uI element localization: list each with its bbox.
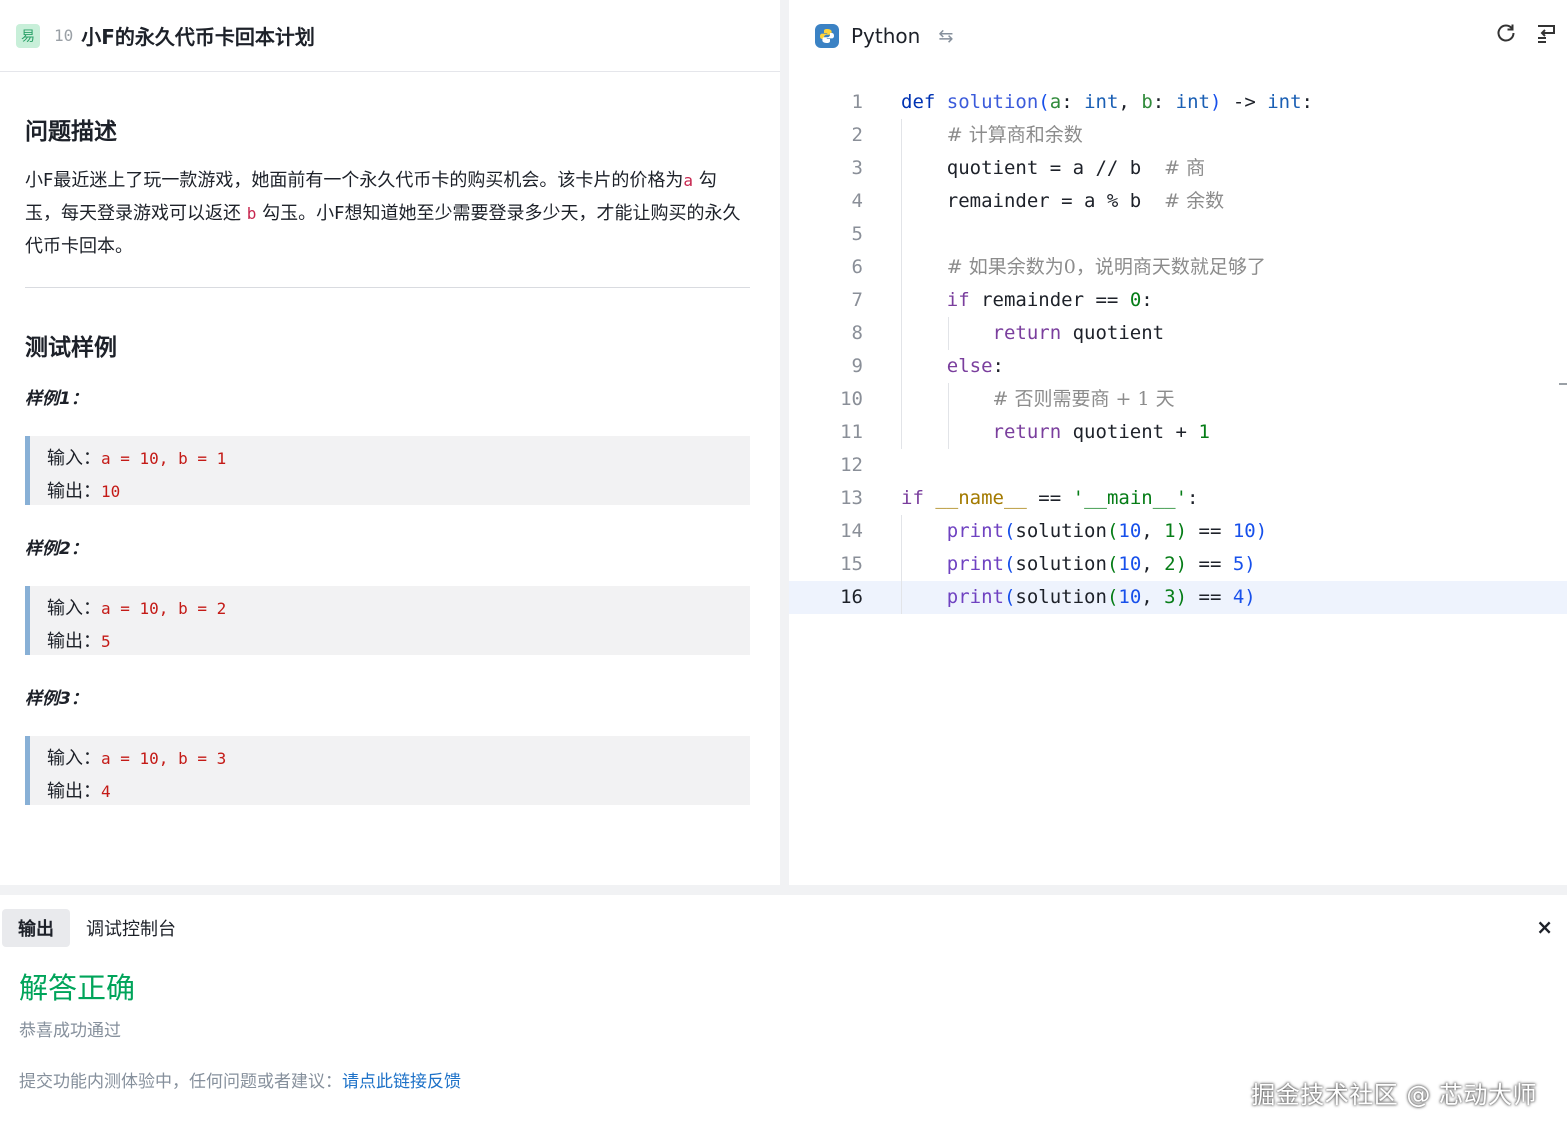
example-input-row: 输入：a = 10, b = 1 — [47, 442, 750, 475]
code-line[interactable]: 8 return quotient — [789, 317, 1567, 350]
example-output: 5 — [101, 632, 111, 651]
line-number: 5 — [851, 223, 863, 245]
var-b: b — [246, 204, 257, 223]
example-input-row: 输入：a = 10, b = 2 — [47, 592, 750, 625]
example-input-row: 输入：a = 10, b = 3 — [47, 742, 750, 775]
code-line[interactable]: 2 # 计算商和余数 — [789, 119, 1567, 152]
line-number: 16 — [840, 586, 863, 608]
watermark: 掘金技术社区 @ 芯动大师 — [1251, 1081, 1537, 1109]
code-line[interactable]: 7 if remainder == 0: — [789, 284, 1567, 317]
line-number: 13 — [840, 487, 863, 509]
line-number: 15 — [840, 553, 863, 575]
example-input: a = 10, b = 3 — [101, 749, 227, 768]
result-subtext: 恭喜成功通过 — [19, 1021, 121, 1041]
divider — [25, 287, 750, 288]
line-number: 7 — [851, 289, 863, 311]
line-number: 6 — [851, 256, 863, 278]
example-input: a = 10, b = 1 — [101, 449, 227, 468]
example-label: 样例2： — [25, 539, 88, 559]
input-label: 输入： — [47, 448, 101, 469]
tab-output[interactable]: 输出 — [2, 909, 70, 947]
example-output: 4 — [101, 782, 111, 801]
line-number: 2 — [851, 124, 863, 146]
problem-number: 10 — [54, 26, 74, 45]
example-box: 输入：a = 10, b = 2 输出：5 — [25, 586, 750, 655]
close-icon[interactable]: × — [1536, 915, 1553, 939]
tab-debug-console[interactable]: 调试控制台 — [70, 909, 192, 947]
example-label: 样例1： — [25, 389, 88, 409]
code-line[interactable]: 5 — [789, 218, 1567, 251]
line-number: 9 — [851, 355, 863, 377]
input-label: 输入： — [47, 598, 101, 619]
code-line[interactable]: 3 quotient = a // b # 商 — [789, 152, 1567, 185]
code-editor-panel: Python ⇆ 1 def solution(a: int, b: int) -… — [789, 0, 1567, 885]
language-selector[interactable]: Python — [851, 24, 920, 48]
line-number: 8 — [851, 322, 863, 344]
output-label: 输出： — [47, 481, 101, 502]
python-icon — [815, 24, 839, 48]
line-number: 12 — [840, 454, 863, 476]
code-line[interactable]: 6 # 如果余数为0，说明商天数就足够了 — [789, 251, 1567, 284]
code-line[interactable]: 10 # 否则需要商 + 1 天 — [789, 383, 1567, 416]
code-line[interactable]: 15 print(solution(10, 2) == 5) — [789, 548, 1567, 581]
output-label: 输出： — [47, 781, 101, 802]
output-label: 输出： — [47, 631, 101, 652]
code-line[interactable]: 14 print(solution(10, 1) == 10) — [789, 515, 1567, 548]
line-number: 3 — [851, 157, 863, 179]
line-number: 14 — [840, 520, 863, 542]
example-box: 输入：a = 10, b = 1 输出：10 — [25, 436, 750, 505]
example-output-row: 输出：10 — [47, 475, 750, 508]
var-a: a — [683, 171, 693, 190]
desc-text-1: 小F最近迷上了玩一款游戏，她面前有一个永久代币卡的购买机会。该卡片的价格为 — [25, 170, 684, 191]
code-line[interactable]: 13 if __name__ == '__main__': — [789, 482, 1567, 515]
example-output-row: 输出：4 — [47, 775, 750, 808]
indent-guide — [901, 515, 902, 614]
problem-header: 易 10 小F的永久代币卡回本计划 — [0, 0, 780, 72]
difficulty-badge: 易 — [16, 23, 40, 48]
problem-title: 小F的永久代币卡回本计划 — [81, 25, 315, 49]
refresh-icon[interactable] — [1495, 22, 1517, 50]
section-tests-heading: 测试样例 — [25, 335, 117, 361]
editor-toolbar — [1495, 22, 1557, 50]
feedback-text: 提交功能内测体验中，任何问题或者建议： — [19, 1072, 342, 1092]
example-box: 输入：a = 10, b = 3 输出：4 — [25, 736, 750, 805]
result-status: 解答正确 — [19, 971, 136, 1005]
line-number: 10 — [840, 388, 863, 410]
swap-icon[interactable]: ⇆ — [938, 26, 953, 47]
format-icon[interactable] — [1535, 22, 1557, 50]
line-number: 11 — [840, 421, 863, 443]
example-label: 样例3： — [25, 689, 88, 709]
indent-guide — [948, 383, 949, 449]
scrollbar-marker[interactable] — [1559, 383, 1567, 385]
section-description-heading: 问题描述 — [25, 119, 117, 145]
problem-description: 小F最近迷上了玩一款游戏，她面前有一个永久代币卡的购买机会。该卡片的价格为a 勾… — [25, 164, 750, 263]
code-line[interactable]: 9 else: — [789, 350, 1567, 383]
feedback-line: 提交功能内测体验中，任何问题或者建议：请点此链接反馈 — [19, 1067, 461, 1092]
output-tabs: 输出 调试控制台 — [2, 909, 192, 947]
code-line[interactable]: 4 remainder = a % b # 余数 — [789, 185, 1567, 218]
code-line[interactable]: 11 return quotient + 1 — [789, 416, 1567, 449]
example-input: a = 10, b = 2 — [101, 599, 227, 618]
code-line[interactable]: 12 — [789, 449, 1567, 482]
input-label: 输入： — [47, 748, 101, 769]
code-area[interactable]: 1 def solution(a: int, b: int) -> int: 2 … — [789, 86, 1567, 614]
problem-panel: 易 10 小F的永久代币卡回本计划 问题描述 小F最近迷上了玩一款游戏，她面前有… — [0, 0, 780, 885]
output-panel: 输出 调试控制台 × 解答正确 恭喜成功通过 提交功能内测体验中，任何问题或者建… — [0, 895, 1567, 1133]
example-output-row: 输出：5 — [47, 625, 750, 658]
indent-guide — [948, 317, 949, 350]
indent-guide — [901, 119, 902, 449]
example-output: 10 — [101, 482, 121, 501]
code-line[interactable]: 1 def solution(a: int, b: int) -> int: — [789, 86, 1567, 119]
feedback-link[interactable]: 请点此链接反馈 — [342, 1072, 461, 1092]
line-number: 4 — [851, 190, 863, 212]
code-line-active[interactable]: 16 print(solution(10, 3) == 4) — [789, 581, 1567, 614]
line-number: 1 — [851, 91, 863, 113]
editor-header: Python ⇆ — [789, 0, 1567, 72]
